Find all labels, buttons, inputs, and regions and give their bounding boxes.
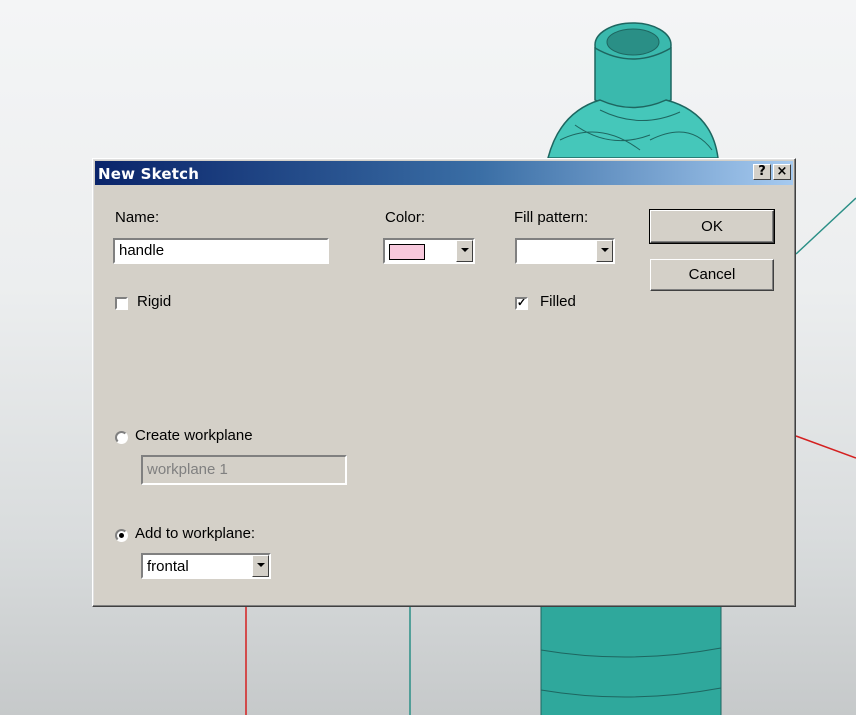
chevron-down-icon[interactable] [456,240,473,262]
rigid-checkbox[interactable] [115,297,128,310]
bottle-shoulder [547,99,719,159]
cancel-button[interactable]: Cancel [650,259,774,291]
axis-red-diagonal [795,435,856,459]
bottle-body [541,605,721,715]
chevron-down-icon[interactable] [252,555,269,577]
chevron-down-icon[interactable] [596,240,613,262]
filled-checkbox[interactable]: ✓ [515,297,528,310]
dialog-title-bar[interactable]: New Sketch ? × [95,161,793,185]
workplane-dropdown[interactable]: frontal [141,553,271,579]
fill-pattern-label: Fill pattern: [514,209,589,226]
workplane-name-input[interactable]: workplane 1 [141,455,347,485]
add-to-workplane-radio[interactable] [115,529,128,542]
axis-teal-diagonal [795,197,856,255]
checkmark-icon: ✓ [517,297,527,309]
create-workplane-label: Create workplane [135,427,253,444]
close-button[interactable]: × [773,164,791,180]
fill-pattern-dropdown[interactable] [515,238,615,264]
radio-selected-dot [119,533,124,538]
filled-label: Filled [540,293,576,310]
color-label: Color: [385,209,426,226]
rigid-label: Rigid [137,293,172,310]
bottle-opening [606,28,660,56]
name-label: Name: [115,209,160,226]
help-button[interactable]: ? [753,164,771,180]
new-sketch-dialog: New Sketch ? × Name: handle Color: Fill … [92,158,796,607]
name-input[interactable]: handle [113,238,329,264]
add-to-workplane-label: Add to workplane: [135,525,256,542]
ok-button[interactable]: OK [649,209,775,244]
color-dropdown[interactable] [383,238,475,264]
dialog-title: New Sketch [98,165,200,183]
workplane-dropdown-value: frontal [147,558,189,575]
create-workplane-radio[interactable] [115,431,128,444]
color-swatch [389,244,425,260]
